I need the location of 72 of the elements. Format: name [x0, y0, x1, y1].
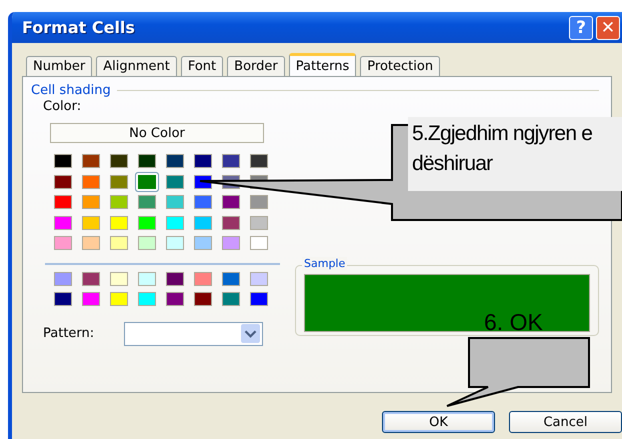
color-swatch[interactable]: [222, 154, 240, 168]
color-swatch[interactable]: [110, 292, 128, 306]
window-title: Format Cells: [22, 18, 135, 37]
color-swatch[interactable]: [194, 292, 212, 306]
color-swatch[interactable]: [138, 292, 156, 306]
color-swatch[interactable]: [222, 216, 240, 230]
color-swatch[interactable]: [250, 154, 268, 168]
dialog-button[interactable]: Cancel: [509, 411, 622, 433]
color-swatch[interactable]: [54, 174, 72, 188]
tab[interactable]: Protection: [360, 56, 440, 76]
color-swatch[interactable]: [110, 154, 128, 168]
color-swatch[interactable]: [194, 272, 212, 286]
color-swatch[interactable]: [138, 154, 156, 168]
color-swatch[interactable]: [82, 292, 100, 306]
dialog-button[interactable]: OK: [382, 411, 495, 433]
tab[interactable]: Number: [26, 56, 92, 76]
color-swatch[interactable]: [222, 272, 240, 286]
tab[interactable]: Alignment: [96, 56, 177, 76]
pattern-dropdown[interactable]: [124, 322, 264, 346]
color-swatch[interactable]: [82, 236, 100, 250]
tab[interactable]: Font: [180, 56, 224, 76]
color-swatch[interactable]: [194, 195, 212, 209]
color-swatch[interactable]: [250, 195, 268, 209]
color-swatch[interactable]: [82, 174, 100, 188]
close-button[interactable]: ✕: [596, 16, 620, 40]
color-swatch[interactable]: [166, 174, 184, 188]
color-swatch[interactable]: [135, 172, 159, 192]
color-swatch[interactable]: [194, 236, 212, 250]
color-swatch[interactable]: [222, 195, 240, 209]
color-swatch[interactable]: [82, 272, 100, 286]
tab[interactable]: Patterns: [288, 53, 356, 76]
color-swatch[interactable]: [54, 216, 72, 230]
color-swatch[interactable]: [250, 272, 268, 286]
color-swatch[interactable]: [82, 216, 100, 230]
pattern-label: Pattern:: [43, 326, 94, 341]
color-swatch[interactable]: [54, 292, 72, 306]
color-swatch[interactable]: [166, 216, 184, 230]
color-swatch[interactable]: [250, 292, 268, 306]
color-swatch[interactable]: [54, 272, 72, 286]
color-swatch[interactable]: [194, 216, 212, 230]
color-swatch[interactable]: [110, 236, 128, 250]
color-swatch[interactable]: [138, 272, 156, 286]
color-swatch[interactable]: [54, 236, 72, 250]
color-swatch[interactable]: [166, 154, 184, 168]
color-swatch[interactable]: [138, 195, 156, 209]
callout-text: 5.Zgjedhim ngjyren e dëshiruar: [408, 117, 622, 191]
color-swatch[interactable]: [250, 236, 268, 250]
help-button[interactable]: ?: [569, 16, 593, 40]
color-swatch[interactable]: [82, 154, 100, 168]
color-swatch[interactable]: [110, 272, 128, 286]
color-swatch[interactable]: [250, 216, 268, 230]
color-swatch[interactable]: [138, 216, 156, 230]
color-swatch[interactable]: [166, 292, 184, 306]
no-color-button[interactable]: No Color: [50, 123, 264, 143]
color-swatch[interactable]: [138, 236, 156, 250]
color-swatch[interactable]: [194, 154, 212, 168]
callout-text: 6. OK: [484, 309, 543, 336]
color-swatch[interactable]: [166, 195, 184, 209]
color-label: Color:: [43, 99, 82, 114]
color-swatch[interactable]: [110, 195, 128, 209]
group-title: Cell shading: [31, 83, 111, 98]
color-swatch[interactable]: [166, 236, 184, 250]
sample-label: Sample: [302, 257, 348, 270]
color-swatch[interactable]: [222, 292, 240, 306]
color-swatch[interactable]: [166, 272, 184, 286]
tab[interactable]: Border: [227, 56, 285, 76]
color-swatch[interactable]: [110, 216, 128, 230]
color-swatch[interactable]: [54, 154, 72, 168]
color-swatch[interactable]: [82, 195, 100, 209]
color-swatch[interactable]: [54, 195, 72, 209]
color-swatch[interactable]: [222, 236, 240, 250]
color-swatch[interactable]: [110, 174, 128, 188]
